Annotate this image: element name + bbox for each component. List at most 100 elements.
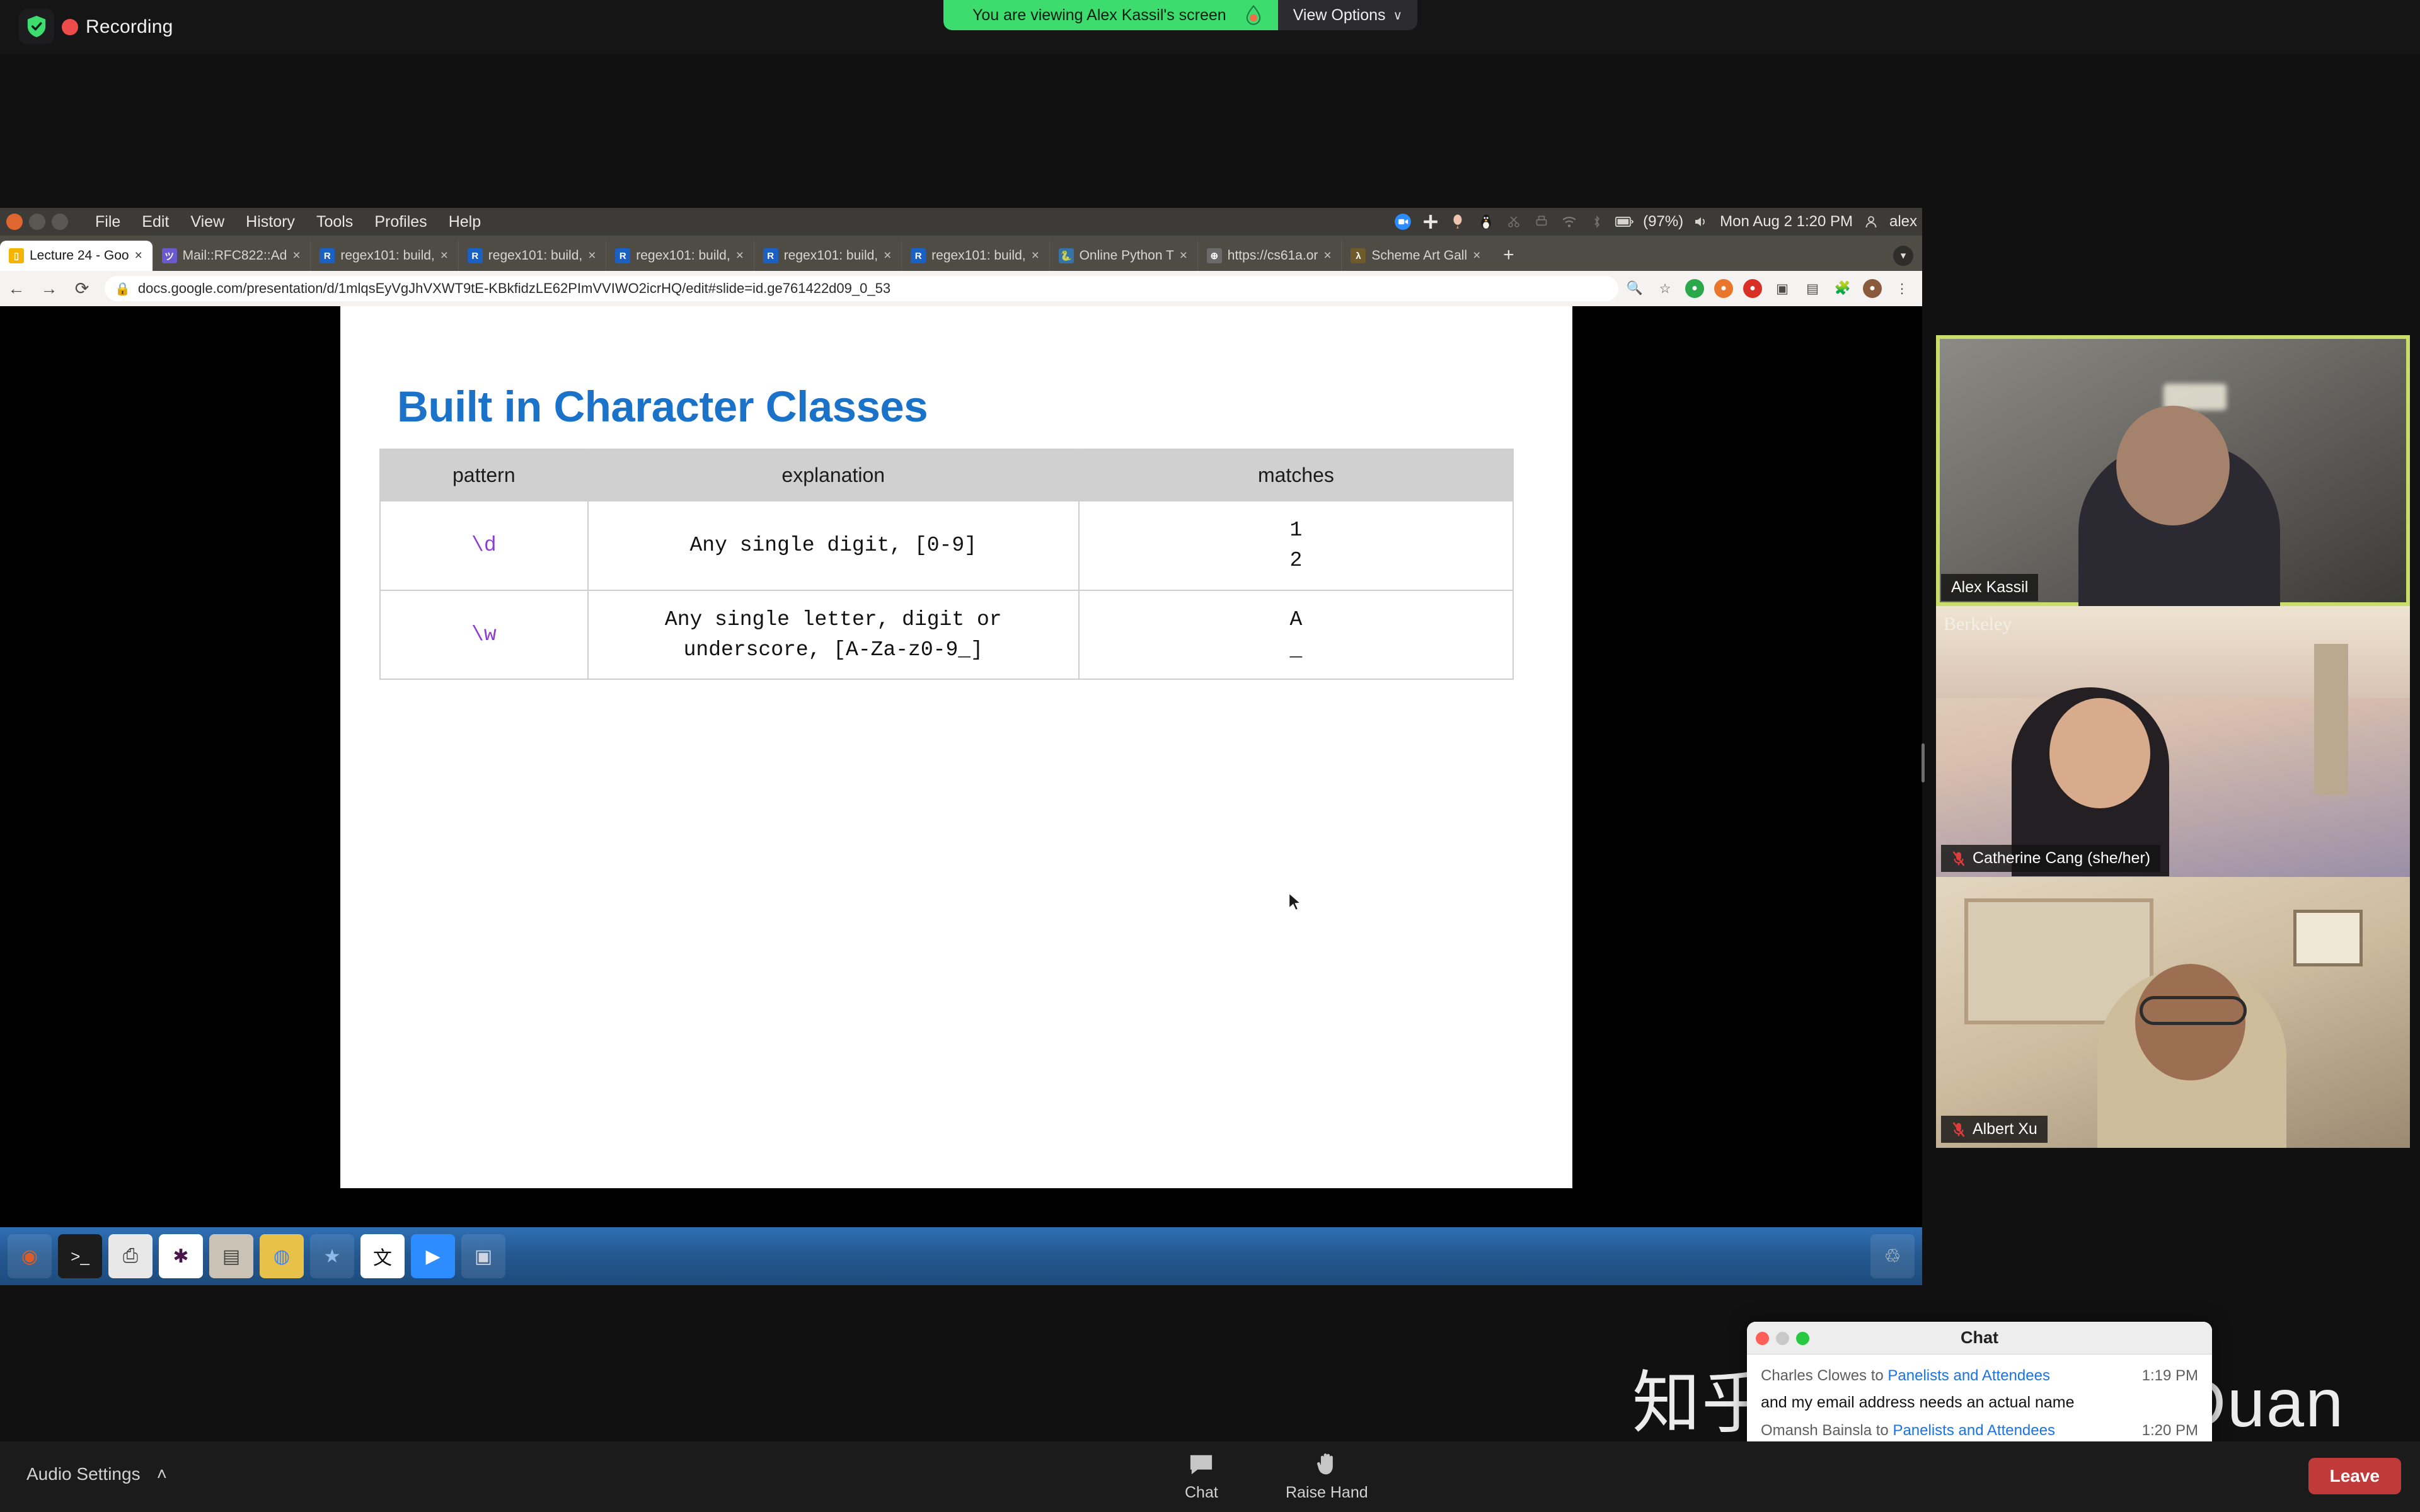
system-clock[interactable]: Mon Aug 2 1:20 PM	[1720, 213, 1853, 231]
chinese-input-icon[interactable]: 文	[360, 1234, 405, 1278]
raise-hand-button[interactable]: Raise Hand	[1286, 1452, 1368, 1502]
browser-tab-8[interactable]: ⊕ https://cs61a.or ×	[1197, 241, 1342, 271]
extension-green-icon[interactable]: ●	[1685, 279, 1704, 298]
search-icon[interactable]: 🔍	[1625, 278, 1645, 299]
address-input[interactable]: 🔒 docs.google.com/presentation/d/1mlqsEy…	[105, 276, 1618, 301]
chrome-icon[interactable]: ◍	[260, 1234, 304, 1278]
chat-time: 1:20 PM	[2141, 1422, 2198, 1439]
close-icon[interactable]: ×	[441, 248, 453, 263]
participant-tile-catherine-cang[interactable]: Berkeley Catherine Cang (she/her)	[1936, 606, 2410, 877]
leave-button[interactable]: Leave	[2308, 1458, 2401, 1494]
browser-tab-4[interactable]: R regex101: build, ×	[606, 241, 753, 271]
tile-glasses	[2140, 996, 2247, 1026]
battery-icon[interactable]	[1615, 212, 1634, 231]
terminal-icon[interactable]: >_	[58, 1234, 102, 1278]
extension-orange-icon[interactable]: ●	[1714, 279, 1733, 298]
star-app-icon[interactable]: ★	[310, 1234, 354, 1278]
viewing-screen-notice: You are viewing Alex Kassil's screen	[943, 0, 1278, 30]
volume-icon[interactable]	[1692, 212, 1711, 231]
browser-tab-2[interactable]: R regex101: build, ×	[310, 241, 458, 271]
close-icon[interactable]: ×	[1032, 248, 1044, 263]
chrome-menu-icon[interactable]: ⋮	[1892, 278, 1912, 299]
close-icon[interactable]: ×	[1323, 248, 1336, 263]
dropbox-tray-icon[interactable]	[1421, 212, 1440, 231]
extension-red-icon[interactable]: ●	[1743, 279, 1762, 298]
close-icon[interactable]: ×	[884, 248, 896, 263]
user-avatar-icon[interactable]	[1862, 212, 1881, 231]
view-options-button[interactable]: View Options ∨	[1277, 0, 1418, 30]
browser-tab-6[interactable]: R regex101: build, ×	[901, 241, 1049, 271]
zoom-tray-icon[interactable]	[1393, 212, 1412, 231]
shield-check-icon[interactable]	[19, 9, 54, 44]
browser-tab-3[interactable]: R regex101: build, ×	[458, 241, 606, 271]
close-icon[interactable]: ×	[1473, 248, 1485, 263]
participant-tile-albert-xu[interactable]: Albert Xu	[1936, 877, 2410, 1148]
window-maximize-button[interactable]	[52, 214, 68, 230]
close-icon[interactable]: ×	[135, 248, 147, 263]
username-label[interactable]: alex	[1889, 213, 1917, 231]
close-icon[interactable]: ×	[588, 248, 601, 263]
cast-icon[interactable]: ▤	[1802, 278, 1823, 299]
menu-file[interactable]: File	[84, 213, 131, 231]
chat-button[interactable]: Chat	[1185, 1453, 1218, 1502]
ubuntu-icon[interactable]: ◉	[8, 1234, 52, 1278]
regex101-icon: R	[320, 248, 335, 263]
profile-avatar-icon[interactable]: ●	[1863, 279, 1882, 298]
files-icon[interactable]: ▤	[209, 1234, 253, 1278]
omnibox-actions: 🔍 ☆ ● ● ● ▣ ▤ 🧩 ● ⋮	[1625, 278, 1922, 299]
menu-help[interactable]: Help	[438, 213, 492, 231]
chat-minimize-button[interactable]	[1776, 1332, 1789, 1345]
chat-close-button[interactable]	[1756, 1332, 1769, 1345]
tab-title: regex101: build,	[783, 248, 879, 263]
close-icon[interactable]: ×	[292, 248, 305, 263]
chat-maximize-button[interactable]	[1796, 1332, 1809, 1345]
menu-profiles[interactable]: Profiles	[364, 213, 437, 231]
back-button[interactable]: ←	[0, 279, 33, 299]
forward-button[interactable]: →	[33, 279, 66, 299]
screenshot-icon[interactable]: ▣	[1772, 278, 1792, 299]
window-minimize-button[interactable]	[29, 214, 45, 230]
browser-tab-5[interactable]: R regex101: build, ×	[753, 241, 901, 271]
workspaces-icon[interactable]: ▣	[461, 1234, 505, 1278]
bookmark-star-icon[interactable]: ☆	[1655, 278, 1675, 299]
chat-message-meta: Charles Clowes to Panelists and Attendee…	[1761, 1367, 2198, 1385]
window-close-button[interactable]	[6, 214, 23, 230]
chevron-up-icon[interactable]: ˄	[157, 1464, 167, 1484]
browser-tab-9[interactable]: λ Scheme Art Gall ×	[1341, 241, 1490, 271]
menu-view[interactable]: View	[180, 213, 235, 231]
table-row: \w Any single letter, digit or underscor…	[379, 589, 1514, 680]
printer-tray-icon[interactable]	[1532, 212, 1551, 231]
tux-tray-icon[interactable]	[1477, 212, 1495, 231]
reload-button[interactable]: ⟳	[66, 279, 98, 299]
menu-edit[interactable]: Edit	[131, 213, 180, 231]
bluetooth-tray-icon[interactable]	[1587, 212, 1606, 231]
printer-icon[interactable]: ⎙	[108, 1234, 153, 1278]
browser-tab-1[interactable]: ツ Mail::RFC822::Ad ×	[152, 241, 311, 271]
close-icon[interactable]: ×	[1180, 248, 1192, 263]
slack-icon[interactable]: ✱	[159, 1234, 203, 1278]
panel-resize-handle[interactable]	[1922, 743, 1925, 782]
trash-icon[interactable]: ♲	[1870, 1234, 1915, 1278]
menu-tools[interactable]: Tools	[306, 213, 364, 231]
browser-tab-0[interactable]: ▯ Lecture 24 - Goo ×	[0, 241, 153, 271]
balloon-tray-icon[interactable]	[1449, 212, 1468, 231]
bluetooth-scissors-icon[interactable]	[1504, 212, 1523, 231]
chat-recipient[interactable]: Panelists and Attendees	[1893, 1422, 2055, 1439]
tab-list-menu-icon[interactable]: ▾	[1893, 246, 1913, 266]
new-tab-button[interactable]: +	[1490, 244, 1527, 271]
browser-tab-7[interactable]: 🐍 Online Python T ×	[1049, 241, 1197, 271]
chat-sender-line: Omansh Bainsla to Panelists and Attendee…	[1761, 1422, 2055, 1440]
google-slides-canvas[interactable]: Built in Character Classes pattern expla…	[340, 306, 1572, 1188]
chat-recipient[interactable]: Panelists and Attendees	[1887, 1367, 2050, 1384]
zoom-icon[interactable]: ▶	[411, 1234, 455, 1278]
cell-matches: 1 2	[1078, 500, 1514, 591]
puzzle-extension-icon[interactable]: 🧩	[1833, 278, 1853, 299]
close-icon[interactable]: ×	[736, 248, 749, 263]
audio-settings-button[interactable]: Audio Settings ˄	[26, 1464, 167, 1484]
menu-history[interactable]: History	[235, 213, 306, 231]
chat-message-text: and my email address needs an actual nam…	[1761, 1394, 2075, 1411]
participant-tile-alex-kassil[interactable]: Alex Kassil	[1936, 335, 2410, 606]
shared-screen-area: File Edit View History Tools Profiles He…	[0, 208, 1922, 1285]
wifi-tray-icon[interactable]	[1560, 212, 1579, 231]
tile-picture-frame	[2293, 909, 2363, 966]
